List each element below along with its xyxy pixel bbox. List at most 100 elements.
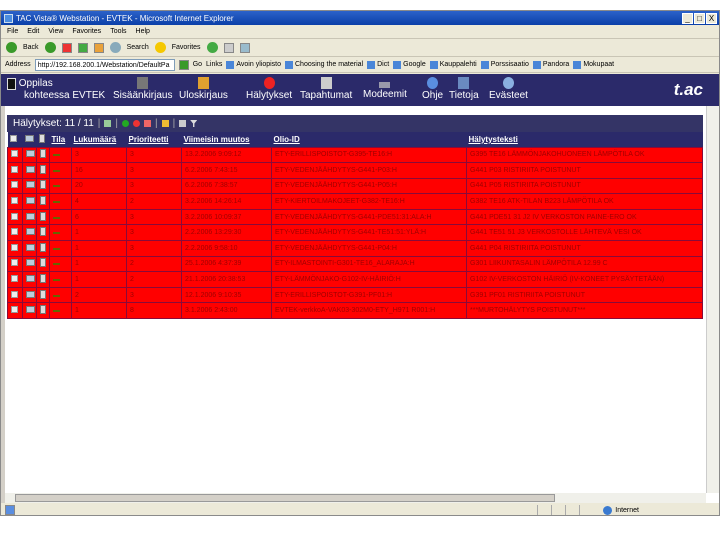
minimize-button[interactable]: _ xyxy=(682,12,693,24)
row-graphic[interactable] xyxy=(22,177,37,195)
row-select[interactable] xyxy=(7,286,23,304)
menu-edit[interactable]: Edit xyxy=(27,28,39,35)
col-olio-id[interactable]: Olio-ID xyxy=(271,132,467,147)
row-select[interactable] xyxy=(7,255,23,273)
table-row[interactable]: 1 2 25.1.2006 4:37:39 ETY-ILMASTOINTI-G301-… xyxy=(7,255,703,273)
table-row[interactable]: 2 3 12.1.2006 9:10:35 ETY-ERILLISPOISTOT-G3… xyxy=(7,286,703,304)
row-graphic[interactable] xyxy=(22,208,37,226)
checkbox-icon[interactable] xyxy=(11,259,18,267)
menu-favorites[interactable]: Favorites xyxy=(72,28,101,35)
col-halytysteksti[interactable]: Hälytysteksti xyxy=(466,132,703,147)
row-select[interactable] xyxy=(7,224,23,242)
row-note[interactable] xyxy=(36,224,50,242)
mail-icon[interactable] xyxy=(239,42,250,53)
table-row[interactable]: 20 3 6.2.2006 7:38:57 ETY-VEDENJÄÄHDYTYS-G4… xyxy=(7,177,703,195)
table-row[interactable]: 1 3 2.2.2006 9:58:10 ETY-VEDENJÄÄHDYTYS-G44… xyxy=(7,240,703,257)
graphic-icon[interactable] xyxy=(26,181,35,189)
graphic-icon[interactable] xyxy=(26,306,35,314)
note-icon[interactable] xyxy=(40,227,46,237)
row-note[interactable] xyxy=(36,208,50,226)
print-icon[interactable] xyxy=(179,120,187,127)
acknowledge-icon[interactable] xyxy=(122,120,129,127)
table-row[interactable]: 1 3 2.2.2006 13:29:30 ETY-VEDENJÄÄHDYTYS-G4… xyxy=(7,224,703,242)
checkbox-icon[interactable] xyxy=(9,134,17,142)
checkbox-icon[interactable] xyxy=(11,228,18,236)
table-row[interactable]: 4 2 3.2.2006 14:26:14 ETY-KIERTOILMAKOJEET-… xyxy=(7,193,703,210)
alarm-filter-icon[interactable] xyxy=(133,120,140,127)
favorites-button[interactable]: Favorites xyxy=(172,44,201,51)
home-icon[interactable] xyxy=(93,42,104,53)
nav-logout[interactable]: Uloskirjaus xyxy=(179,77,228,101)
table-row[interactable]: 16 3 6.2.2006 7:43:15 ETY-VEDENJÄÄHDYTYS-G4… xyxy=(7,162,703,179)
row-select[interactable] xyxy=(7,302,23,320)
checkbox-icon[interactable] xyxy=(11,181,18,189)
graphic-icon[interactable] xyxy=(26,150,35,158)
alarm-clear-icon[interactable] xyxy=(144,120,151,127)
checkbox-icon[interactable] xyxy=(11,306,18,314)
note-icon[interactable] xyxy=(40,164,46,174)
note-icon[interactable] xyxy=(40,180,46,190)
row-select[interactable] xyxy=(7,208,23,226)
row-graphic[interactable] xyxy=(22,162,37,179)
address-input[interactable]: http://192.168.200.1/Webstation/DefaultP… xyxy=(34,58,175,71)
nav-modems[interactable]: Modeemit xyxy=(363,77,407,100)
note-icon[interactable] xyxy=(40,305,46,315)
back-icon[interactable] xyxy=(6,42,17,53)
block-icon[interactable] xyxy=(161,120,169,127)
checkbox-icon[interactable] xyxy=(11,165,18,173)
row-graphic[interactable] xyxy=(22,255,37,273)
row-graphic[interactable] xyxy=(22,271,37,288)
graphic-icon[interactable] xyxy=(26,290,35,298)
search-icon[interactable] xyxy=(109,42,121,53)
row-note[interactable] xyxy=(36,193,50,210)
checkbox-icon[interactable] xyxy=(11,150,18,158)
favorites-icon[interactable] xyxy=(154,42,166,53)
link-item[interactable]: Avoin yliopisto xyxy=(226,60,281,69)
link-item[interactable]: Google xyxy=(393,60,426,69)
note-icon[interactable] xyxy=(40,274,46,284)
close-button[interactable]: X xyxy=(706,12,717,24)
graphic-icon[interactable] xyxy=(26,197,35,205)
select-all-checkbox[interactable] xyxy=(7,132,23,147)
checkbox-icon[interactable] xyxy=(11,275,18,283)
note-icon[interactable] xyxy=(40,289,46,299)
scroll-thumb[interactable] xyxy=(15,494,555,502)
nav-alarms[interactable]: Hälytykset xyxy=(246,77,292,101)
row-note[interactable] xyxy=(36,255,50,273)
export-icon[interactable] xyxy=(104,120,112,127)
row-note[interactable] xyxy=(36,177,50,195)
row-note[interactable] xyxy=(36,146,50,164)
link-item[interactable]: Choosing the material xyxy=(285,60,363,69)
menu-tools[interactable]: Tools xyxy=(110,28,126,35)
col-viimeisin-muutos[interactable]: Viimeisin muutos xyxy=(181,132,272,147)
menu-file[interactable]: File xyxy=(7,28,18,35)
note-icon[interactable] xyxy=(40,211,46,221)
link-item[interactable]: Mokupaat xyxy=(573,60,614,69)
row-note[interactable] xyxy=(36,302,50,320)
nav-cookies[interactable]: Evästeet xyxy=(489,77,528,101)
checkbox-icon[interactable] xyxy=(11,290,18,298)
stop-icon[interactable] xyxy=(61,42,72,53)
nav-help[interactable]: Ohje xyxy=(422,77,443,101)
row-select[interactable] xyxy=(7,240,23,257)
nav-info[interactable]: Tietoja xyxy=(449,77,479,101)
row-select[interactable] xyxy=(7,146,23,164)
print-icon[interactable] xyxy=(223,42,234,53)
note-icon[interactable] xyxy=(40,149,46,159)
table-row[interactable]: 1 8 3.1.2006 2:43:00 EVTEK-verkkoA-VAK03-30… xyxy=(7,302,703,320)
table-row[interactable]: 6 3 3.2.2006 10:09:37 ETY-VEDENJÄÄHDYTYS-G4… xyxy=(7,208,703,226)
link-item[interactable]: Dict xyxy=(367,60,389,69)
table-row[interactable]: 3 3 13.2.2006 9:09:12 ETY-ERILLISPOISTOT-G3… xyxy=(7,146,703,164)
row-select[interactable] xyxy=(7,177,23,195)
row-note[interactable] xyxy=(36,286,50,304)
go-icon[interactable] xyxy=(178,59,189,70)
link-item[interactable]: Pandora xyxy=(532,60,569,69)
row-graphic[interactable] xyxy=(22,146,37,164)
row-graphic[interactable] xyxy=(22,224,37,242)
row-select[interactable] xyxy=(7,162,23,179)
graphic-icon[interactable] xyxy=(26,212,35,220)
maximize-button[interactable]: □ xyxy=(694,12,705,24)
row-graphic[interactable] xyxy=(22,240,37,257)
back-button[interactable]: Back xyxy=(23,44,39,51)
history-icon[interactable] xyxy=(206,42,218,53)
